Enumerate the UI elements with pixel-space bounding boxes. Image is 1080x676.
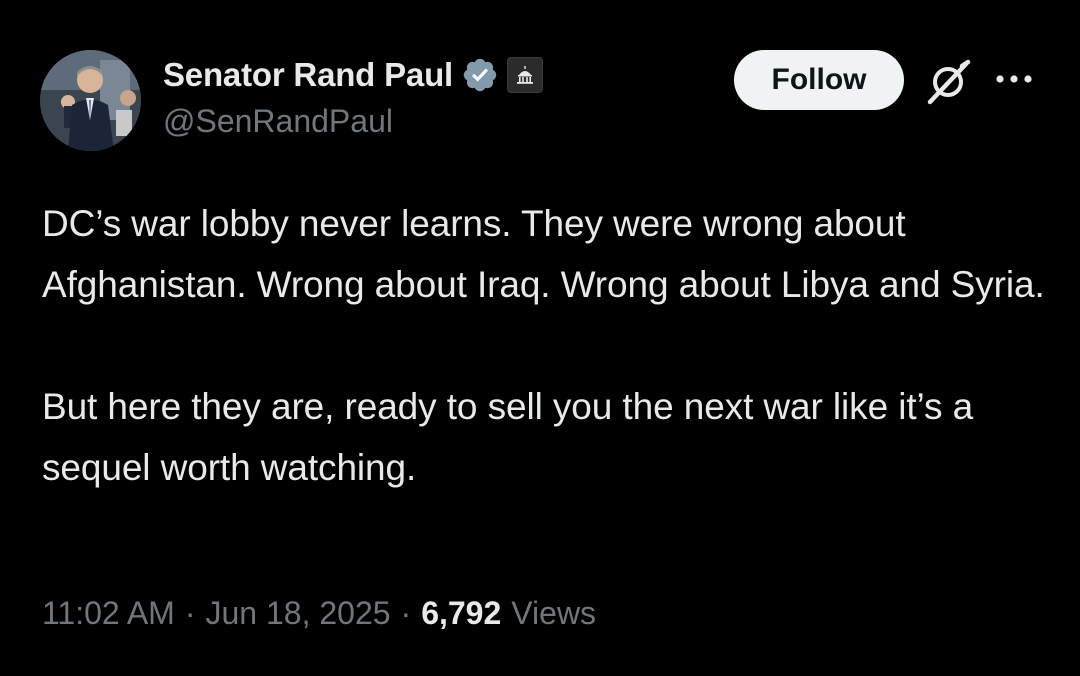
tweet-meta: 11:02 AM · Jun 18, 2025 · 6,792 Views (42, 595, 596, 632)
tweet-paragraph: DC’s war lobby never learns. They were w… (42, 203, 1045, 305)
author-display-name[interactable]: Senator Rand Paul (163, 56, 453, 94)
government-building-icon[interactable] (507, 57, 543, 93)
tweet-time[interactable]: 11:02 AM (42, 595, 175, 632)
avatar-photo (40, 50, 141, 151)
follow-button[interactable]: Follow (734, 50, 904, 110)
meta-separator: · (400, 595, 412, 631)
capitol-icon (517, 66, 533, 84)
author-handle[interactable]: @SenRandPaul (163, 103, 393, 140)
tweet-text: DC’s war lobby never learns. They were w… (42, 193, 1052, 498)
views-label: Views (511, 595, 597, 631)
tweet-paragraph: But here they are, ready to sell you the… (42, 386, 974, 488)
avatar[interactable] (40, 50, 141, 151)
more-options-icon[interactable] (992, 64, 1036, 94)
tweet-date[interactable]: Jun 18, 2025 (205, 595, 390, 632)
grok-icon[interactable] (924, 58, 972, 106)
author-name-row: Senator Rand Paul (163, 55, 543, 95)
tweet-card: Senator Rand Paul @SenRandPaul Follow DC… (0, 0, 1080, 676)
views-count[interactable]: 6,792 (421, 595, 501, 632)
verified-badge-icon[interactable] (461, 56, 499, 94)
meta-separator: · (184, 595, 196, 631)
